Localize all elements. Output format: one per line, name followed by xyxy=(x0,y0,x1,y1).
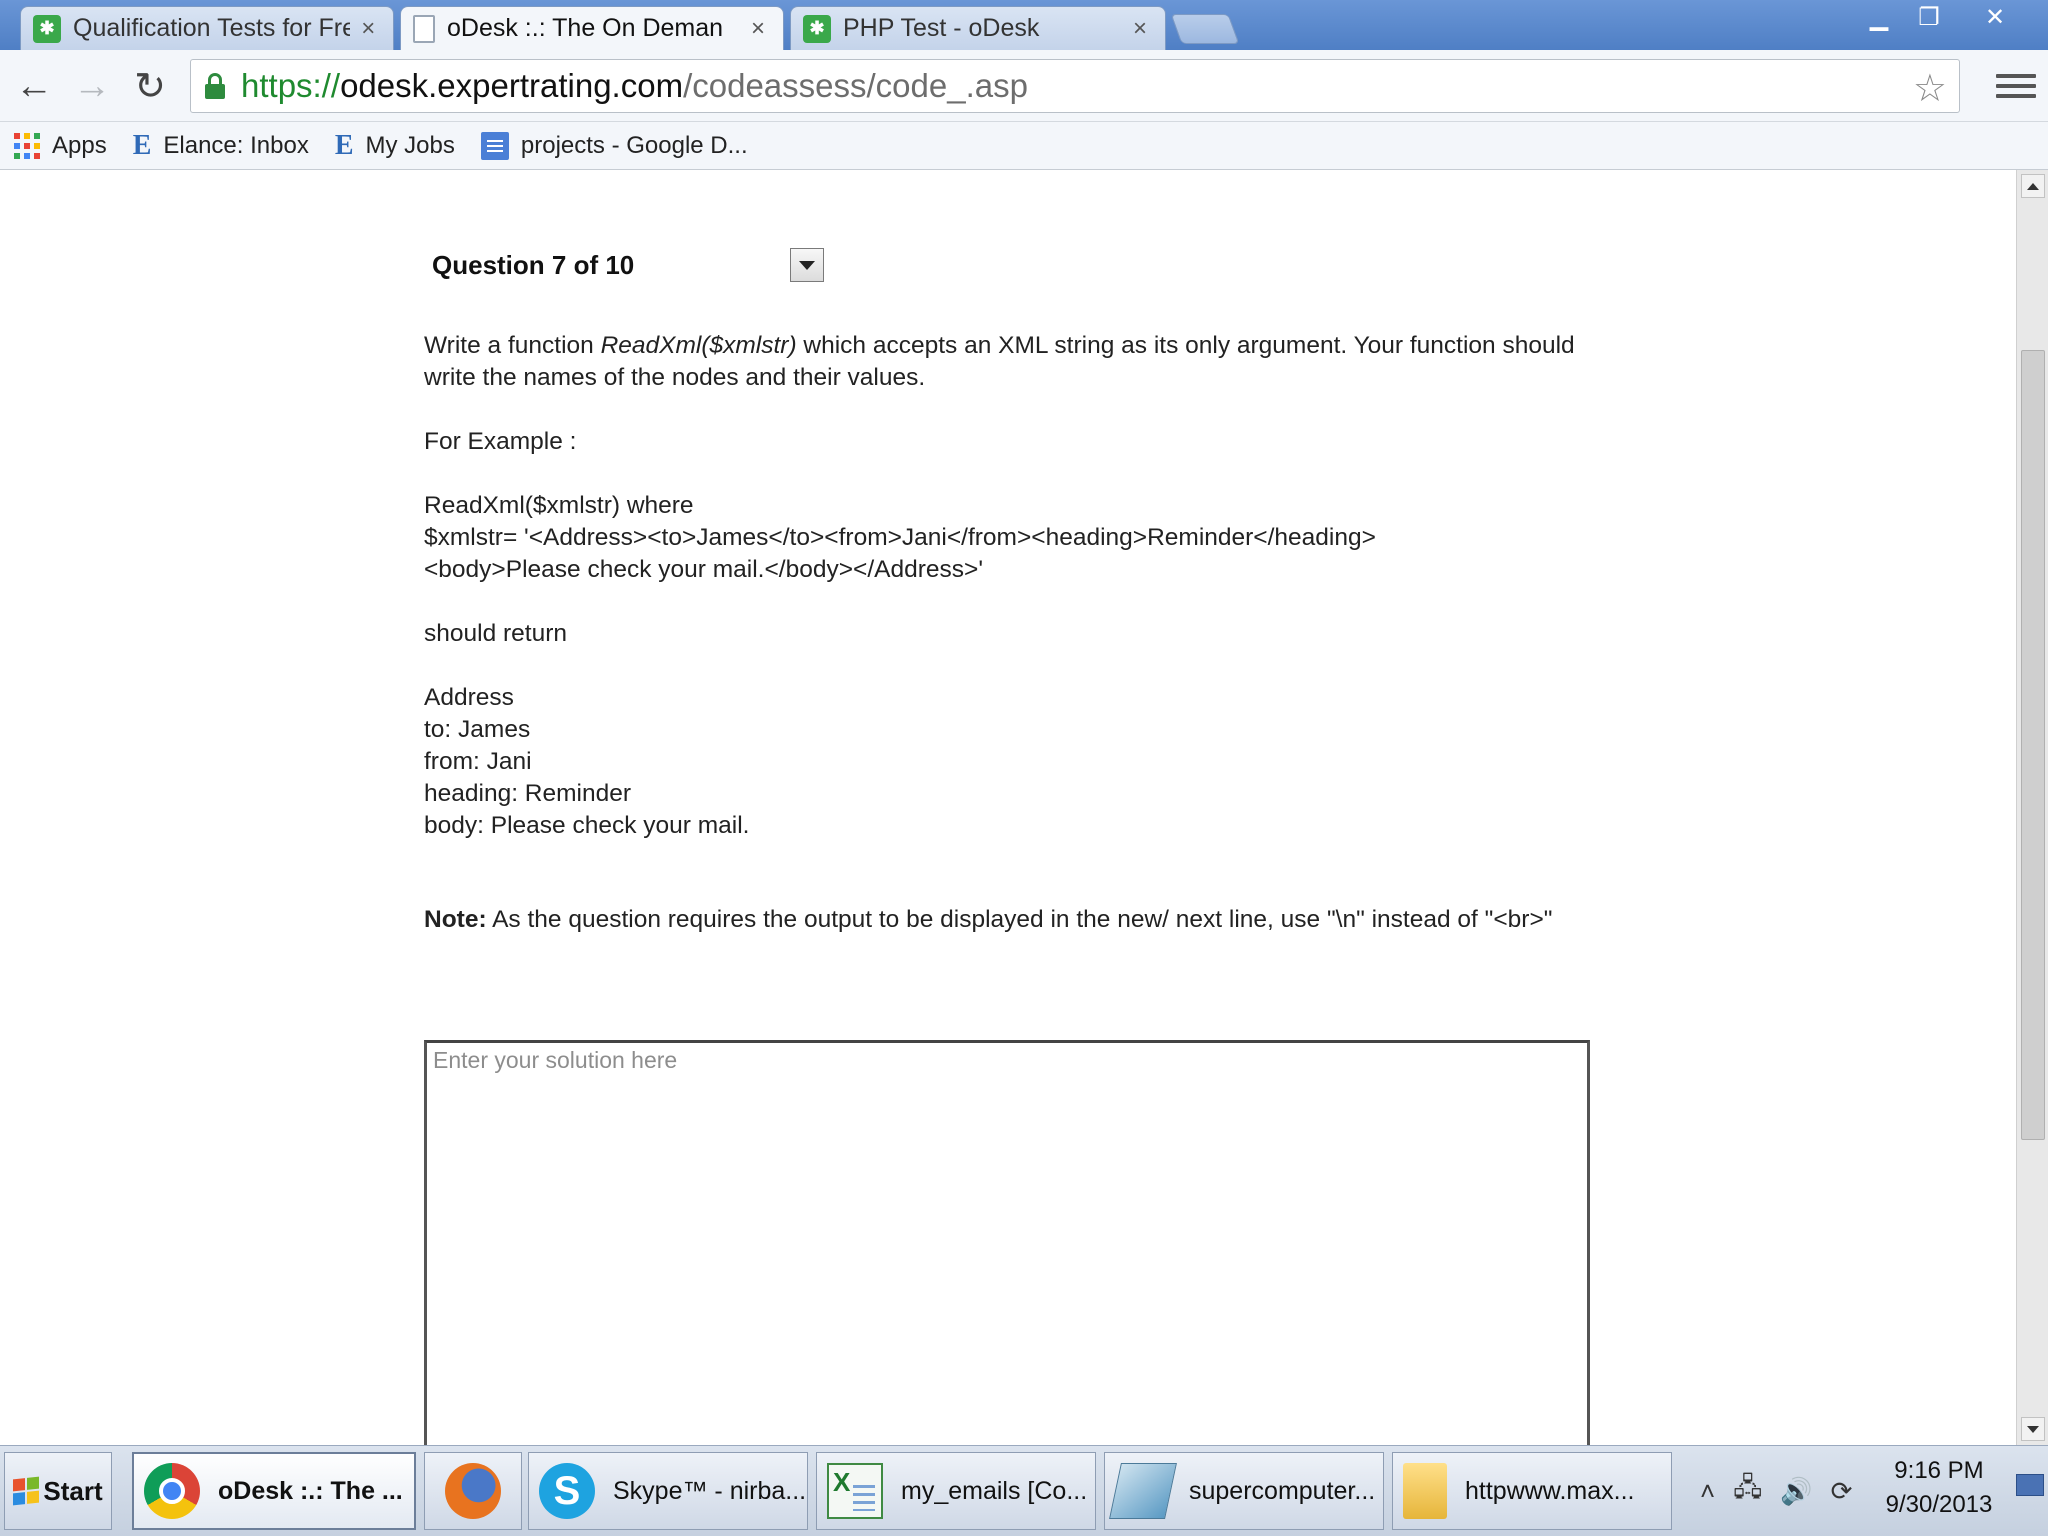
close-window-icon[interactable]: ✕ xyxy=(1972,0,2018,34)
question-intro: Write a function ReadXml($xmlstr) which … xyxy=(424,332,1575,391)
note-text: Note: As the question requires the outpu… xyxy=(424,906,1553,933)
close-icon[interactable]: × xyxy=(1129,15,1151,43)
vertical-scrollbar[interactable] xyxy=(2016,170,2048,1445)
scroll-up-icon[interactable] xyxy=(2021,174,2045,198)
back-arrow-icon[interactable]: ← xyxy=(10,62,58,110)
output-line: body: Please check your mail. xyxy=(424,812,750,839)
google-docs-icon xyxy=(480,131,509,160)
taskbar-item-chrome[interactable]: oDesk :.: The ... xyxy=(132,1452,416,1530)
output-line: from: Jani xyxy=(424,748,532,775)
question-select-dropdown[interactable] xyxy=(790,248,824,282)
tab-title: oDesk :.: The On Deman xyxy=(447,14,724,42)
start-label: Start xyxy=(43,1475,103,1506)
skype-icon: S xyxy=(539,1463,595,1519)
output-line: Address xyxy=(424,684,514,711)
windows-taskbar: Start oDesk :.: The ... S Skype™ - nirba… xyxy=(0,1445,2048,1536)
new-tab-button[interactable] xyxy=(1170,14,1240,44)
volume-icon[interactable]: 🔊 xyxy=(1780,1476,1812,1507)
taskbar-item-supercomputer[interactable]: supercomputer... xyxy=(1104,1452,1384,1530)
scrollbar-thumb[interactable] xyxy=(2021,350,2045,1140)
document-icon xyxy=(413,14,435,43)
app-icon xyxy=(1109,1463,1177,1519)
firefox-icon xyxy=(445,1463,501,1519)
bookmark-elance-inbox[interactable]: E Elance: Inbox xyxy=(133,130,309,162)
bookmark-projects-google-docs[interactable]: projects - Google D... xyxy=(480,131,748,160)
scroll-down-icon[interactable] xyxy=(2021,1417,2045,1441)
taskbar-item-firefox[interactable] xyxy=(424,1452,522,1530)
address-bar[interactable]: https://odesk.expertrating.com/codeasses… xyxy=(190,59,1960,113)
show-hidden-icons-icon[interactable]: ˄ xyxy=(1700,1476,1715,1507)
forward-arrow-icon[interactable]: → xyxy=(68,62,116,110)
tab-qualification-tests[interactable]: ✱ Qualification Tests for Fre × xyxy=(20,6,394,50)
should-return-label: should return xyxy=(424,620,568,647)
example-label: For Example : xyxy=(424,428,577,455)
example-call: ReadXml($xmlstr) where xyxy=(424,492,694,519)
bookmark-my-jobs[interactable]: E My Jobs xyxy=(335,130,455,162)
question-body: Write a function ReadXml($xmlstr) which … xyxy=(424,330,1594,936)
browser-toolbar: ← → ↻ https://odesk.expertrating.com/cod… xyxy=(0,50,2048,122)
tab-title: PHP Test - oDesk xyxy=(843,14,1040,42)
close-icon[interactable]: × xyxy=(358,15,380,43)
taskbar-item-label: my_emails [Co... xyxy=(901,1476,1088,1505)
function-signature: ReadXml($xmlstr) xyxy=(600,332,797,359)
bookmark-label: Apps xyxy=(52,131,107,159)
folder-icon xyxy=(1403,1463,1447,1519)
taskbar-item-folder[interactable]: httpwww.max... xyxy=(1392,1452,1672,1530)
url-text: https://odesk.expertrating.com/codeasses… xyxy=(241,67,1028,104)
chevron-down-icon xyxy=(799,260,815,270)
apps-grid-icon xyxy=(14,132,40,159)
clock-date: 9/30/2013 xyxy=(1885,1491,1993,1518)
odesk-icon: ✱ xyxy=(803,14,831,43)
example-xml-line: $xmlstr= '<Address><to>James</to><from>J… xyxy=(424,524,1376,551)
excel-icon xyxy=(827,1463,883,1519)
taskbar-item-label: Skype™ - nirba... xyxy=(613,1476,807,1505)
bookmark-label: Elance: Inbox xyxy=(163,131,309,159)
bookmark-label: My Jobs xyxy=(365,131,455,159)
restore-icon[interactable]: ❐ xyxy=(1906,0,1952,34)
browser-tab-strip: ✱ Qualification Tests for Fre × oDesk :.… xyxy=(0,0,2048,50)
reload-icon[interactable]: ↻ xyxy=(126,62,174,110)
minimize-icon[interactable]: ▁ xyxy=(1856,0,1902,34)
chrome-menu-icon[interactable] xyxy=(1996,62,2036,110)
network-icon[interactable]: 🖧 xyxy=(1733,1469,1762,1513)
taskbar-item-excel[interactable]: my_emails [Co... xyxy=(816,1452,1096,1530)
elance-icon: E xyxy=(334,129,354,161)
output-line: to: James xyxy=(424,716,531,743)
bookmark-star-icon[interactable]: ☆ xyxy=(1913,66,1947,111)
elance-icon: E xyxy=(132,129,152,161)
start-button[interactable]: Start xyxy=(4,1452,112,1530)
taskbar-item-label: oDesk :.: The ... xyxy=(218,1476,403,1505)
note-label: Note: xyxy=(424,906,487,933)
taskbar-item-label: supercomputer... xyxy=(1189,1476,1376,1505)
windows-logo-icon xyxy=(13,1476,40,1506)
example-xml-line: <body>Please check your mail.</body></Ad… xyxy=(424,556,983,583)
tab-title: Qualification Tests for Fre xyxy=(73,14,350,42)
taskbar-item-skype[interactable]: S Skype™ - nirba... xyxy=(528,1452,808,1530)
bookmarks-bar: Apps E Elance: Inbox E My Jobs projects … xyxy=(0,122,2048,170)
bookmark-apps[interactable]: Apps xyxy=(14,132,107,160)
odesk-icon: ✱ xyxy=(33,14,61,43)
page-content: Question 7 of 10 Write a function ReadXm… xyxy=(0,170,2016,1445)
show-desktop-button[interactable] xyxy=(2016,1474,2044,1496)
tab-odesk-on-demand[interactable]: oDesk :.: The On Deman × xyxy=(400,6,784,50)
lock-icon xyxy=(205,73,225,99)
sync-icon[interactable]: ⟳ xyxy=(1831,1476,1853,1507)
output-line: heading: Reminder xyxy=(424,780,632,807)
taskbar-item-label: httpwww.max... xyxy=(1465,1476,1635,1505)
tab-php-test[interactable]: ✱ PHP Test - oDesk × xyxy=(790,6,1166,50)
solution-textarea[interactable] xyxy=(424,1040,1590,1445)
question-header: Question 7 of 10 xyxy=(432,250,635,280)
clock-time: 9:16 PM xyxy=(1894,1457,1984,1484)
close-icon[interactable]: × xyxy=(747,15,769,43)
bookmark-label: projects - Google D... xyxy=(520,131,748,159)
system-clock[interactable]: 9:16 PM 9/30/2013 xyxy=(1868,1454,2010,1522)
chrome-icon xyxy=(144,1463,200,1519)
